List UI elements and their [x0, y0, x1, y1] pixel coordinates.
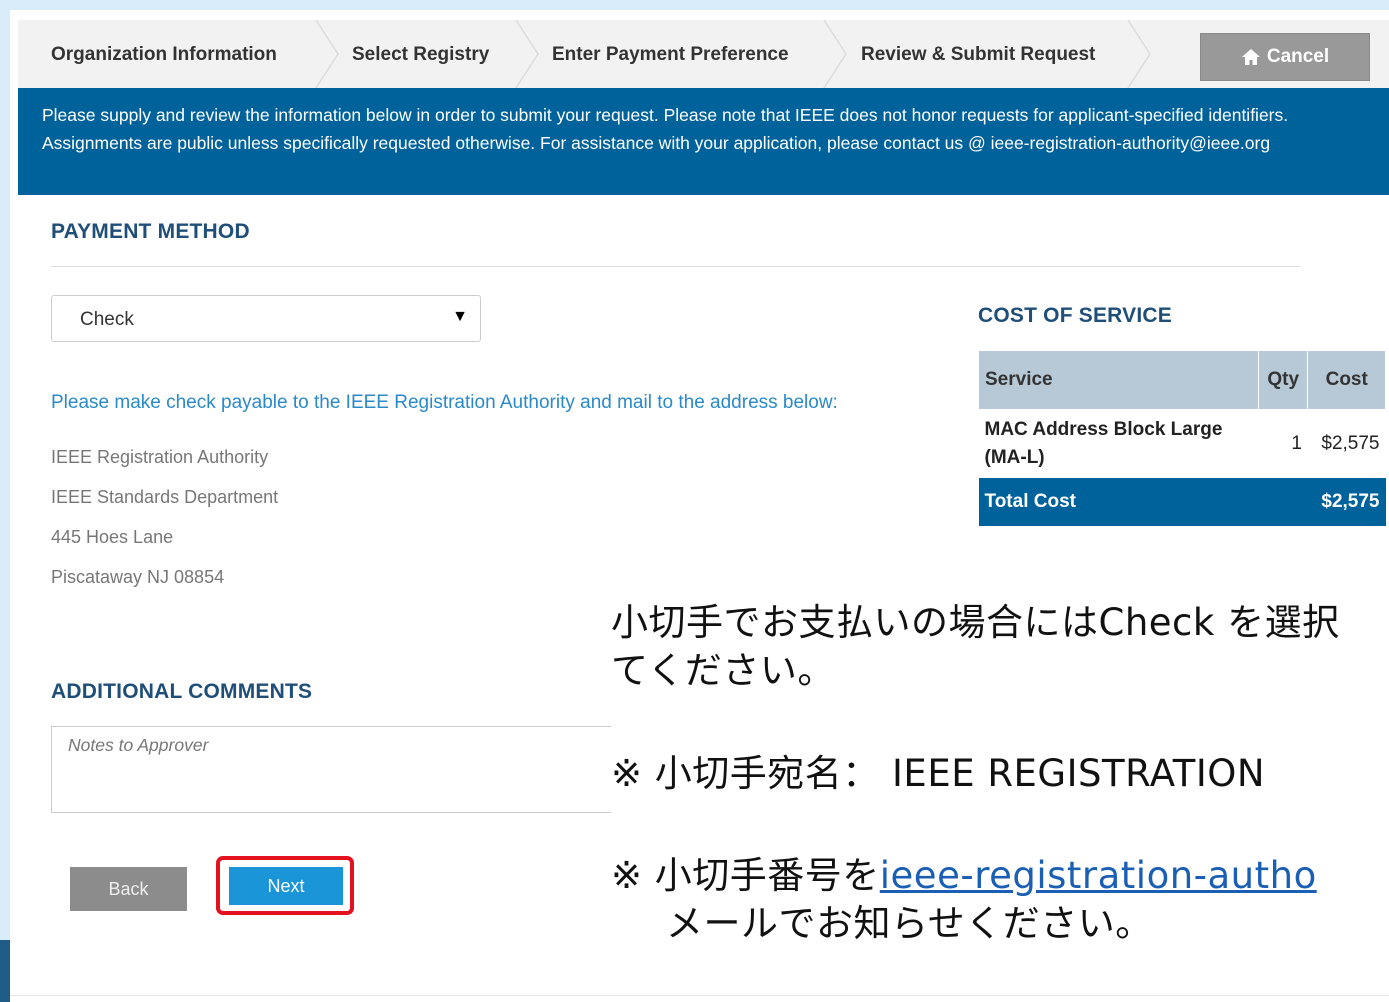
step-organization-information[interactable]: Organization Information — [51, 20, 277, 88]
cost-of-service-title: COST OF SERVICE — [978, 304, 1172, 327]
next-button-highlight: Next — [216, 856, 354, 915]
divider — [51, 266, 1300, 267]
cost-cell: $2,575 — [1321, 433, 1380, 454]
address-line: Piscataway NJ 08854 — [51, 567, 225, 587]
home-icon — [1241, 49, 1260, 65]
info-banner: Please supply and review the information… — [18, 88, 1389, 195]
annotation-line: ※ 小切手宛名： IEEE REGISTRATION — [611, 752, 1266, 795]
annotation-line: てください。 — [611, 649, 835, 692]
notes-placeholder: Notes to Approver — [68, 735, 209, 755]
annotation-line: 小切手でお支払いの場合にはCheck を選択 — [611, 601, 1340, 644]
cancel-button[interactable]: Cancel — [1200, 33, 1370, 81]
notes-textarea[interactable]: Notes to Approver — [51, 726, 611, 813]
total-value: $2,575 — [1307, 478, 1386, 526]
address-line: 445 Hoes Lane — [51, 527, 174, 547]
step-separator-icon — [823, 20, 847, 88]
column-header-cost: Cost — [1307, 350, 1386, 410]
next-button[interactable]: Next — [229, 867, 343, 905]
step-separator-icon — [515, 20, 539, 88]
window-left-edge — [0, 0, 10, 1002]
step-select-registry[interactable]: Select Registry — [352, 20, 489, 88]
annotation-line: ※ 小切手番号をieee-registration-autho — [611, 845, 1389, 899]
divider — [10, 995, 1389, 996]
qty-cell: 1 — [1291, 433, 1302, 454]
step-review-submit-request[interactable]: Review & Submit Request — [861, 20, 1095, 88]
window-top-edge — [0, 0, 1389, 10]
address-line: IEEE Registration Authority — [51, 447, 269, 467]
column-header-service: Service — [977, 350, 1260, 410]
total-label: Total Cost — [978, 478, 1308, 526]
service-cell: MAC Address Block Large (MA-L) — [984, 419, 1223, 468]
cancel-label: Cancel — [1266, 46, 1330, 67]
annotation-text: ※ 小切手番号を — [611, 854, 880, 897]
step-enter-payment-preference[interactable]: Enter Payment Preference — [552, 20, 789, 88]
step-separator-icon — [315, 20, 339, 88]
table-row: MAC Address Block Large (MA-L) 1 $2,575 — [979, 410, 1386, 479]
wizard-steps: Organization Information Select Registry… — [18, 20, 1389, 89]
payable-note: Please make check payable to the IEEE Re… — [51, 392, 838, 413]
additional-comments-title: ADDITIONAL COMMENTS — [51, 680, 313, 703]
total-row: Total Cost $2,575 — [978, 478, 1386, 526]
address-line: IEEE Standards Department — [51, 487, 279, 507]
payment-method-value: Check — [80, 309, 134, 330]
back-button[interactable]: Back — [70, 867, 187, 911]
email-link[interactable]: ieee-registration-autho — [880, 854, 1317, 897]
dropdown-arrow-icon: ▼ — [452, 308, 468, 325]
step-separator-icon — [1127, 20, 1151, 88]
payment-method-select[interactable]: Check ▼ — [51, 295, 481, 342]
column-header-qty: Qty — [1258, 350, 1309, 410]
payment-method-title: PAYMENT METHOD — [51, 220, 250, 243]
cost-table: Service Qty Cost MAC Address Block Large… — [977, 350, 1386, 526]
annotation-line: メールでお知らせください。 — [666, 902, 1153, 945]
window-left-accent — [0, 940, 10, 1002]
